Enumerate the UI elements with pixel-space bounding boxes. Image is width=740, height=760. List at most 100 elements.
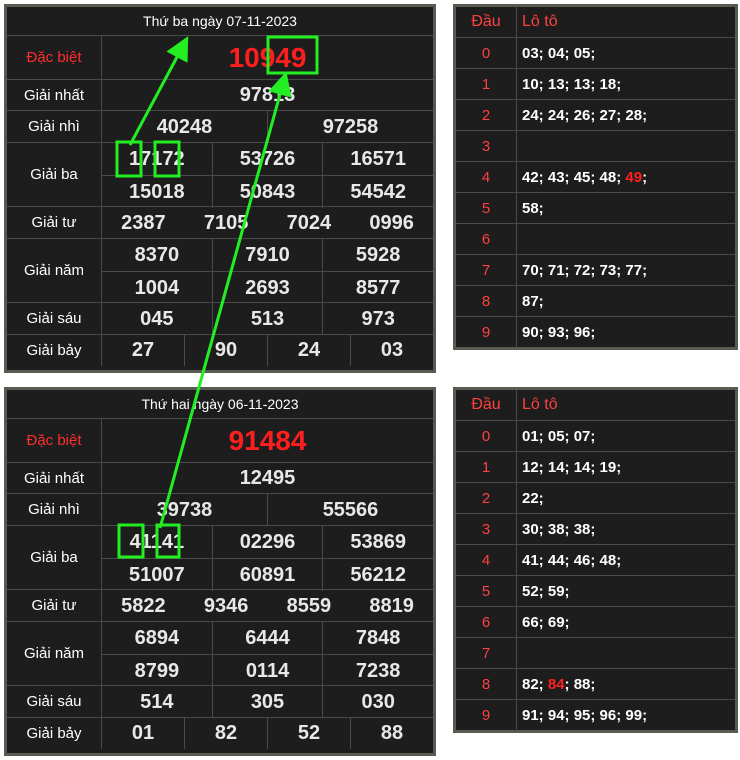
loto-row: 7 70; 71; 72; 73; 77; xyxy=(456,255,735,286)
prize-number: 51007 xyxy=(129,563,185,586)
prize-row-g4: Giải tư 2387 7105 7024 0996 xyxy=(7,207,433,239)
loto-head-digit: 4 xyxy=(456,162,517,192)
prize-number: 305 xyxy=(211,686,323,718)
prize-number: 8370 xyxy=(134,243,180,266)
prize-number: 8799 xyxy=(134,659,180,682)
prize-line: 97813 xyxy=(102,80,433,111)
loto-head-digit: 7 xyxy=(456,638,517,668)
prize-number: 53869 xyxy=(322,526,433,558)
prize-number: 8819 xyxy=(369,594,414,617)
prize-label-g3: Giải ba xyxy=(7,526,102,589)
loto-values-text: 91; 94; 95; 96; 99; xyxy=(522,707,648,724)
prize-line: 8370 7910 5928 xyxy=(102,239,433,271)
prize-number: 39738 xyxy=(156,498,213,521)
prize-number: 8559 xyxy=(286,594,332,617)
prize-number: 88 xyxy=(350,718,433,749)
loto-values-text: 42; 43; 45; 48; xyxy=(522,168,626,186)
prize-line: 01 82 52 88 xyxy=(102,718,433,749)
prize-values-g4: 5822 9346 8559 8819 xyxy=(102,590,433,621)
loto-row: 3 xyxy=(456,131,735,162)
loto-values-text: 30; 38; 38; xyxy=(522,520,596,538)
prize-values-db: 10949 xyxy=(102,36,433,79)
prize-line: 27 90 24 03 xyxy=(102,335,433,366)
prize-line: 51007 60891 56212 xyxy=(102,558,433,591)
loto-header-dau: Đầu xyxy=(456,390,517,420)
loto-row: 2 24; 24; 26; 27; 28; xyxy=(456,100,735,131)
loto-values: 66; 69; xyxy=(522,607,735,637)
loto-values: 24; 24; 26; 27; 28; xyxy=(522,100,735,130)
loto-head-digit: 9 xyxy=(456,700,517,731)
prize-label-g5: Giải năm xyxy=(7,622,102,685)
prize-number: 15018 xyxy=(129,180,185,203)
results-panel-bottom: Thứ hai ngày 06-11-2023 Đặc biệt 91484 Giải… xyxy=(4,387,436,756)
loto-values: 42; 43; 45; 48; 49; xyxy=(522,162,735,192)
prize-row-g4: Giải tư 5822 9346 8559 8819 xyxy=(7,590,433,622)
loto-head-digit: 2 xyxy=(456,100,517,130)
loto-values-text: 52; 59; xyxy=(522,582,570,600)
loto-head-digit: 3 xyxy=(456,131,517,161)
loto-head-digit: 0 xyxy=(456,421,517,451)
prize-line: 91484 xyxy=(102,419,433,463)
loto-values-text: 12; 14; 14; 19; xyxy=(522,458,622,476)
prize-number: 5822 xyxy=(121,594,166,617)
loto-head-digit: 8 xyxy=(456,286,517,316)
prize-number: 50843 xyxy=(211,176,323,208)
prize-number: 7848 xyxy=(322,622,433,654)
prize-number: 82 xyxy=(184,718,267,749)
loto-values-text: 90; 93; 96; xyxy=(522,324,596,341)
prize-line: 10949 xyxy=(102,36,433,80)
prize-number: 16571 xyxy=(322,143,433,175)
loto-special-tail: 49 xyxy=(625,168,643,186)
loto-header-loto: Lô tô xyxy=(522,13,558,30)
prize-row-db: Đặc biệt 10949 xyxy=(7,36,433,80)
loto-values: 22; xyxy=(522,483,735,513)
loto-header-row: Đầu Lô tô xyxy=(456,7,735,38)
loto-values-text: 01; 05; 07; xyxy=(522,427,596,445)
prize-number: 60891 xyxy=(211,559,323,591)
loto-values-tail: ; xyxy=(642,168,648,186)
loto-values: 70; 71; 72; 73; 77; xyxy=(522,255,735,285)
prize-number: 97813 xyxy=(239,84,296,106)
prize-label-db: Đặc biệt xyxy=(7,36,102,79)
loto-row: 6 66; 69; xyxy=(456,607,735,638)
prize-number: 17172 xyxy=(129,147,185,170)
prize-number: 53726 xyxy=(211,143,323,175)
loto-header-row: Đầu Lô tô xyxy=(456,390,735,421)
prize-number: 2387 xyxy=(121,211,166,234)
loto-values-tail: ; 88; xyxy=(564,675,596,693)
prize-row-g6: Giải sáu 045 513 973 xyxy=(7,303,433,335)
loto-values: 91; 94; 95; 96; 99; xyxy=(522,700,735,731)
loto-values xyxy=(522,131,735,161)
prize-row-g2: Giải nhì 40248 97258 xyxy=(7,111,433,143)
loto-values: 30; 38; 38; xyxy=(522,514,735,544)
prize-label-g5: Giải năm xyxy=(7,239,102,302)
loto-panel-top: Đầu Lô tô 0 03; 04; 05; 1 10; 13; 13; 18; 2 24;… xyxy=(453,4,738,350)
loto-head-digit: 5 xyxy=(456,576,517,606)
loto-values: 87; xyxy=(522,286,735,316)
prize-number: 7105 xyxy=(203,211,249,234)
loto-row: 0 03; 04; 05; xyxy=(456,38,735,69)
results-panel-top: Thứ ba ngày 07-11-2023 Đặc biệt 10949 Giải … xyxy=(4,4,436,373)
loto-values: 90; 93; 96; xyxy=(522,317,735,348)
prize-line: 17172 53726 16571 xyxy=(102,143,433,175)
prize-number: 8577 xyxy=(322,272,433,304)
loto-values-text: 03; 04; 05; xyxy=(522,44,596,62)
prize-label-g6: Giải sáu xyxy=(7,303,102,334)
prize-label-g1: Giải nhất xyxy=(7,463,102,493)
prize-row-g7: Giải bảy 01 82 52 88 xyxy=(7,718,433,749)
prize-number: 24 xyxy=(267,335,350,366)
loto-row: 9 90; 93; 96; xyxy=(456,317,735,348)
loto-head-digit: 1 xyxy=(456,69,517,99)
loto-values: 12; 14; 14; 19; xyxy=(522,452,735,482)
prize-number: 52 xyxy=(267,718,350,749)
loto-row: 0 01; 05; 07; xyxy=(456,421,735,452)
prize-values-g5: 6894 6444 7848 8799 0114 7238 xyxy=(102,622,433,687)
loto-head-digit: 0 xyxy=(456,38,517,68)
loto-values-text: 58; xyxy=(522,199,544,217)
loto-values xyxy=(522,638,735,668)
prize-number: 030 xyxy=(322,686,433,718)
loto-head-digit: 6 xyxy=(456,607,517,637)
prize-values-db: 91484 xyxy=(102,419,433,462)
loto-values-text: 41; 44; 46; 48; xyxy=(522,551,622,569)
loto-row: 8 82; 84; 88; xyxy=(456,669,735,700)
